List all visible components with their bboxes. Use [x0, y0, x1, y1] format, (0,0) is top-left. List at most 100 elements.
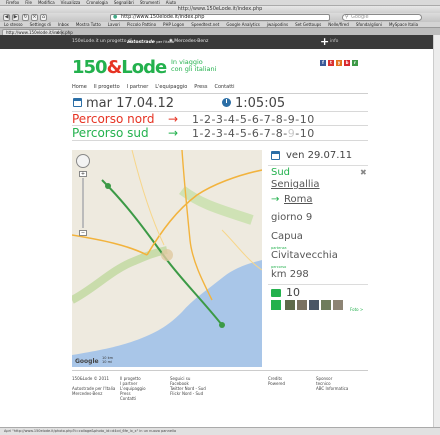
main-nav: Home Il progetto I partner L'equipaggio Pres…: [72, 84, 242, 90]
os-menu-item[interactable]: Strumenti: [140, 0, 160, 5]
os-menu-item[interactable]: Modifica: [38, 0, 55, 5]
social-icon[interactable]: y: [336, 60, 342, 66]
project-text: 150eLode.it un progetto di: [72, 39, 132, 44]
arrow-right-icon: →: [168, 126, 179, 140]
clock-icon: [222, 98, 231, 107]
footer-column: 150&Lode © 2011 Autostrade per l'Italia Me…: [72, 376, 115, 396]
os-menu-item[interactable]: Firefox: [6, 0, 19, 5]
stage-stop-2: Civitavecchia: [271, 250, 338, 261]
autostrade-logo[interactable]: autostrade per l'italia: [127, 35, 174, 50]
route-map[interactable]: + − Google 10 km 10 mi: [72, 150, 262, 367]
map-canvas: [72, 150, 262, 355]
close-icon[interactable]: ✖: [360, 168, 367, 177]
search-input[interactable]: ⚲ Google: [342, 14, 422, 21]
nav-item[interactable]: Contatti: [214, 84, 234, 90]
map-marker: [105, 183, 111, 189]
bookmark-item[interactable]: Sfonda/glioni: [356, 22, 382, 27]
address-text: http://www.150elode.it/index.php: [121, 14, 205, 20]
bookmark-item[interactable]: Google Analytics: [226, 22, 260, 27]
social-icon[interactable]: b: [344, 60, 350, 66]
mercedes-logo[interactable]: ✺ Mercedes-Benz: [169, 35, 208, 49]
os-menu-item[interactable]: Segnalibri: [114, 0, 134, 5]
back-button[interactable]: ◀: [3, 14, 10, 21]
footer-link[interactable]: Flickr Nord - Sud: [170, 391, 206, 396]
forward-button[interactable]: ▶: [12, 14, 19, 21]
thumb-prev-icon[interactable]: [271, 300, 281, 310]
camera-icon: [271, 289, 281, 297]
map-marker: [219, 322, 225, 328]
arrow-right-icon: →: [271, 194, 280, 205]
stage-stop-1: Capua: [271, 231, 303, 242]
footer-link[interactable]: ABC Informatica: [316, 386, 348, 391]
scrollbar[interactable]: [433, 35, 440, 427]
route-north-label[interactable]: Percorso nord: [72, 112, 154, 126]
bookmark-item[interactable]: Set Gettoups: [295, 22, 321, 27]
photo-count: 10: [286, 286, 300, 299]
social-icon[interactable]: t: [328, 60, 334, 66]
plus-icon[interactable]: +: [320, 35, 329, 49]
stage-to[interactable]: Roma: [284, 194, 313, 205]
address-bar[interactable]: ● http://www.150elode.it/index.php: [110, 14, 330, 21]
social-icon[interactable]: f: [320, 60, 326, 66]
pan-control[interactable]: [76, 154, 90, 168]
stage-from[interactable]: Senigallia: [271, 179, 320, 190]
route-south-label[interactable]: Percorso sud: [72, 126, 149, 140]
zoom-slider[interactable]: [82, 178, 84, 228]
photo-thumbnail[interactable]: [321, 300, 331, 310]
footer-link[interactable]: Powered: [268, 381, 285, 386]
social-icon[interactable]: r: [352, 60, 358, 66]
footer-column: Credits Powered: [268, 376, 285, 386]
search-placeholder: Google: [351, 14, 369, 20]
browser-toolbar: ◀ ▶ ↻ × ⌂ ● http://www.150elode.it/index…: [0, 13, 440, 22]
nav-item[interactable]: L'equipaggio: [155, 84, 187, 90]
os-menu-item[interactable]: Cronologia: [86, 0, 107, 5]
nav-item[interactable]: Press: [194, 84, 207, 90]
photo-thumbnail[interactable]: [309, 300, 319, 310]
footer-link[interactable]: 150&Lode © 2011: [72, 376, 115, 381]
window-title: http://www.150eLode.it/index.php: [0, 6, 440, 13]
plus-label: info: [330, 39, 339, 44]
bookmark-item[interactable]: jwaipodins: [267, 22, 288, 27]
footer-link[interactable]: Contatti: [120, 396, 146, 401]
bookmark-item[interactable]: Speedtest.net: [191, 22, 219, 27]
os-menu-item[interactable]: Visualizza: [61, 0, 81, 5]
bookmark-item[interactable]: Piccolo Pattino: [127, 22, 156, 27]
google-logo: Google: [75, 358, 99, 365]
nav-item[interactable]: Home: [72, 84, 87, 90]
bookmark-item[interactable]: Lavori: [108, 22, 120, 27]
bookmark-item[interactable]: Mostra Tutto: [76, 22, 101, 27]
footer-link[interactable]: Mercedes-Benz: [72, 391, 115, 396]
bookmark-item[interactable]: Inbox: [58, 22, 69, 27]
photo-thumbnail[interactable]: [297, 300, 307, 310]
route-south-steps[interactable]: 1-2-3-4-5-6-7-8-9-10: [192, 127, 315, 140]
home-button[interactable]: ⌂: [40, 14, 47, 21]
stage-route: Sud: [271, 167, 291, 178]
zoom-in-button[interactable]: +: [79, 171, 87, 177]
os-menu-item[interactable]: File: [25, 0, 32, 5]
site-icon: ●: [113, 14, 118, 20]
photo-thumbnail[interactable]: [333, 300, 343, 310]
search-icon: ⚲: [345, 14, 349, 20]
calendar-icon: [73, 98, 82, 107]
stop-button[interactable]: ×: [31, 14, 38, 21]
os-menu-item[interactable]: Aiuto: [166, 0, 176, 5]
bookmark-item[interactable]: Settings di: [30, 22, 51, 27]
bookmark-item[interactable]: MySpace Italia: [389, 22, 418, 27]
nav-item[interactable]: Il progetto: [94, 84, 120, 90]
panel-divider: [268, 284, 368, 285]
site-tagline: In viaggio con gli italiani: [171, 58, 217, 73]
bookmark-item[interactable]: Nelle/fired: [328, 22, 349, 27]
photo-thumbnail[interactable]: [285, 300, 295, 310]
bookmark-item[interactable]: PHP Logon: [163, 22, 184, 27]
arrow-right-icon: →: [168, 112, 179, 126]
nav-item[interactable]: I partner: [127, 84, 149, 90]
more-photos-link[interactable]: Foto >: [350, 307, 363, 312]
zoom-out-button[interactable]: −: [79, 230, 87, 236]
reload-button[interactable]: ↻: [22, 14, 29, 21]
bookmark-item[interactable]: Lo stesso: [4, 22, 23, 27]
site-logo[interactable]: 150&Lode: [72, 57, 167, 78]
map-scale: 10 km 10 mi: [102, 356, 114, 364]
footer-column: Sponsor tecnico ABC Informatica: [316, 376, 348, 391]
nav-divider: [72, 93, 368, 94]
calendar-icon: [271, 151, 280, 160]
